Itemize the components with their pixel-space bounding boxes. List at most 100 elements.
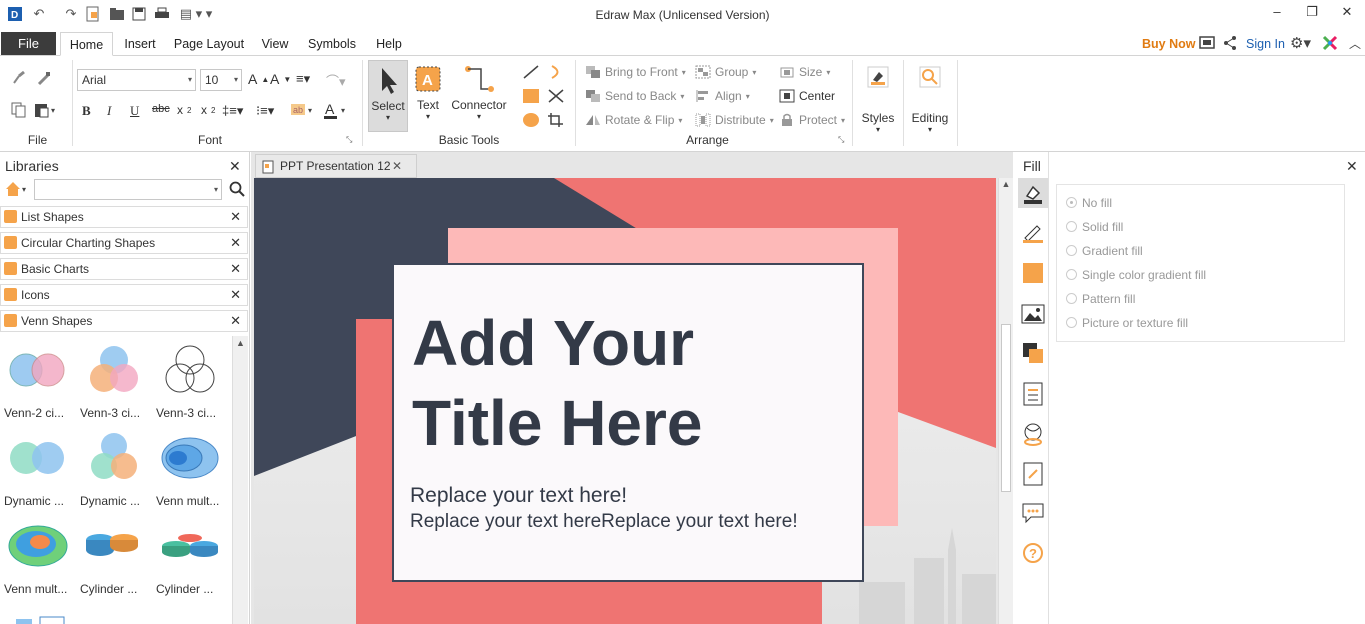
line-spacing-icon[interactable]: ‡≡▾ [222,103,243,119]
scroll-up-icon[interactable]: ▲ [233,338,248,348]
document-tab[interactable]: PPT Presentation 12 ✕ [255,154,417,178]
rectangle-tool-icon[interactable] [522,88,540,104]
layers-icon[interactable] [1022,342,1044,367]
text-align-icon[interactable]: ≡▾ [296,71,310,87]
attachment-note-icon[interactable] [1023,462,1043,489]
library-category-basic-charts[interactable]: Basic Charts ✕ [0,258,248,280]
close-category-icon[interactable]: ✕ [230,259,241,279]
library-category-circular-charting[interactable]: Circular Charting Shapes ✕ [0,232,248,254]
text-tool-button[interactable]: A Text ▾ [410,60,446,132]
paste-icon[interactable]: ▾ [34,102,60,118]
close-category-icon[interactable]: ✕ [230,233,241,253]
arc-tool-icon[interactable] [547,64,565,80]
shape-venn-3-circles[interactable]: Venn-3 ci... [80,342,156,428]
italic-icon[interactable]: I [107,103,111,119]
radio-no-fill[interactable] [1066,197,1077,208]
shadow-color-icon[interactable] [1022,262,1044,287]
radio-single-color-gradient[interactable] [1066,269,1077,280]
tab-help[interactable]: Help [370,32,408,56]
hyperlink-globe-icon[interactable] [1022,422,1044,449]
shape-venn-3-outline[interactable]: Venn-3 ci... [156,342,232,428]
editing-button[interactable]: Editing ▾ [907,64,953,144]
tab-view[interactable]: View [257,32,293,56]
slide-title[interactable]: Add Your Title Here [412,303,703,463]
line-tool-icon[interactable] [522,64,540,80]
scrollbar-thumb[interactable] [1001,324,1011,492]
shape-venn-multi-color[interactable]: Venn mult... [4,518,80,604]
settings-gear-icon[interactable]: ⚙▾ [1290,34,1311,52]
shape-partial-thumbnail-icon[interactable] [14,614,70,624]
bullets-icon[interactable]: ⁝≡▾ [256,103,274,119]
subscript-icon[interactable]: x2 [177,103,191,117]
radio-gradient-fill[interactable] [1066,245,1077,256]
distribute-button[interactable]: Distribute ▾ [695,113,774,127]
puzzle-icon[interactable] [1322,35,1338,54]
font-dialog-launcher-icon[interactable]: ⤡ [346,135,352,145]
clear-format-icon[interactable] [36,70,52,86]
fill-option-solid-fill[interactable]: Solid fill [1066,220,1123,234]
share-icon[interactable] [1222,35,1238,54]
radio-picture-texture[interactable] [1066,317,1077,328]
line-style-icon[interactable] [1021,222,1045,247]
grow-font-icon[interactable]: A ▲ [248,71,269,87]
minimize-icon[interactable]: – [1262,4,1292,24]
fill-option-picture-texture[interactable]: Picture or texture fill [1066,316,1188,330]
shape-venn-2-circles[interactable]: Venn-2 ci... [4,342,80,428]
shape-venn-multi-nested[interactable]: Venn mult... [156,430,232,516]
strikethrough-icon[interactable]: abc [152,103,170,115]
group-button[interactable]: Group ▾ [695,65,756,79]
format-painter-icon[interactable] [11,70,27,86]
tab-insert[interactable]: Insert [119,32,161,56]
image-icon[interactable] [1021,304,1045,327]
text-curve-icon[interactable]: ⌒▾ [326,71,346,90]
fill-option-gradient-fill[interactable]: Gradient fill [1066,244,1143,258]
superscript-icon[interactable]: x2 [201,103,215,117]
font-family-select[interactable]: Arial ▾ [77,69,196,91]
close-category-icon[interactable]: ✕ [230,311,241,331]
title-text-box[interactable]: Add Your Title Here Replace your text he… [392,263,864,582]
restore-icon[interactable]: ❐ [1297,4,1327,24]
shape-cylinder-1[interactable]: Cylinder ... [80,518,156,604]
help-icon[interactable]: ? [1022,542,1044,567]
data-sheet-icon[interactable] [1023,382,1043,409]
shape-dynamic-venn-2[interactable]: Dynamic ... [4,430,80,516]
send-to-back-button[interactable]: Send to Back ▾ [585,89,684,103]
shape-dynamic-venn-3[interactable]: Dynamic ... [80,430,156,516]
slide-canvas[interactable]: Add Your Title Here Replace your text he… [254,178,996,624]
canvas-vertical-scrollbar[interactable]: ▲ [998,178,1013,624]
close-category-icon[interactable]: ✕ [230,207,241,227]
center-button[interactable]: Center [779,89,835,103]
close-window-icon[interactable]: ✕ [1332,4,1362,24]
library-search-input[interactable]: ▾ [34,179,222,200]
library-category-icons[interactable]: Icons ✕ [0,284,248,306]
comment-icon[interactable] [1022,502,1044,527]
styles-button[interactable]: Styles ▾ [858,64,898,144]
scroll-up-icon[interactable]: ▲ [999,179,1013,189]
library-category-list-shapes[interactable]: List Shapes ✕ [0,206,248,228]
arrange-dialog-launcher-icon[interactable]: ⤡ [838,135,844,145]
home-library-icon[interactable]: ▾ [4,180,30,201]
buy-now-link[interactable]: Buy Now [1142,37,1195,51]
crop-tool-icon[interactable] [547,112,565,128]
library-category-venn-shapes[interactable]: Venn Shapes ✕ [0,310,248,332]
copy-icon[interactable] [11,102,27,118]
sign-in-link[interactable]: Sign In [1246,37,1285,51]
rotate-flip-button[interactable]: Rotate & Flip ▾ [585,113,682,127]
search-icon[interactable] [229,181,245,200]
fill-tab-icon[interactable] [1018,178,1048,208]
size-button[interactable]: Size ▾ [779,65,830,79]
fill-option-no-fill[interactable]: No fill [1066,196,1112,210]
font-color-icon[interactable]: A ▾ [323,102,351,120]
radio-pattern-fill[interactable] [1066,293,1077,304]
underline-icon[interactable]: U [130,103,139,119]
bring-to-front-button[interactable]: Bring to Front ▾ [585,65,686,79]
font-size-select[interactable]: 10 ▾ [200,69,242,91]
tab-page-layout[interactable]: Page Layout [170,32,248,56]
library-scrollbar[interactable]: ▲ [232,336,248,624]
collapse-ribbon-icon[interactable]: ︿ [1349,35,1361,52]
close-category-icon[interactable]: ✕ [230,285,241,305]
bold-icon[interactable]: B [82,103,91,119]
close-document-icon[interactable]: ✕ [392,155,402,177]
tab-file[interactable]: File [1,32,56,55]
radio-solid-fill[interactable] [1066,221,1077,232]
